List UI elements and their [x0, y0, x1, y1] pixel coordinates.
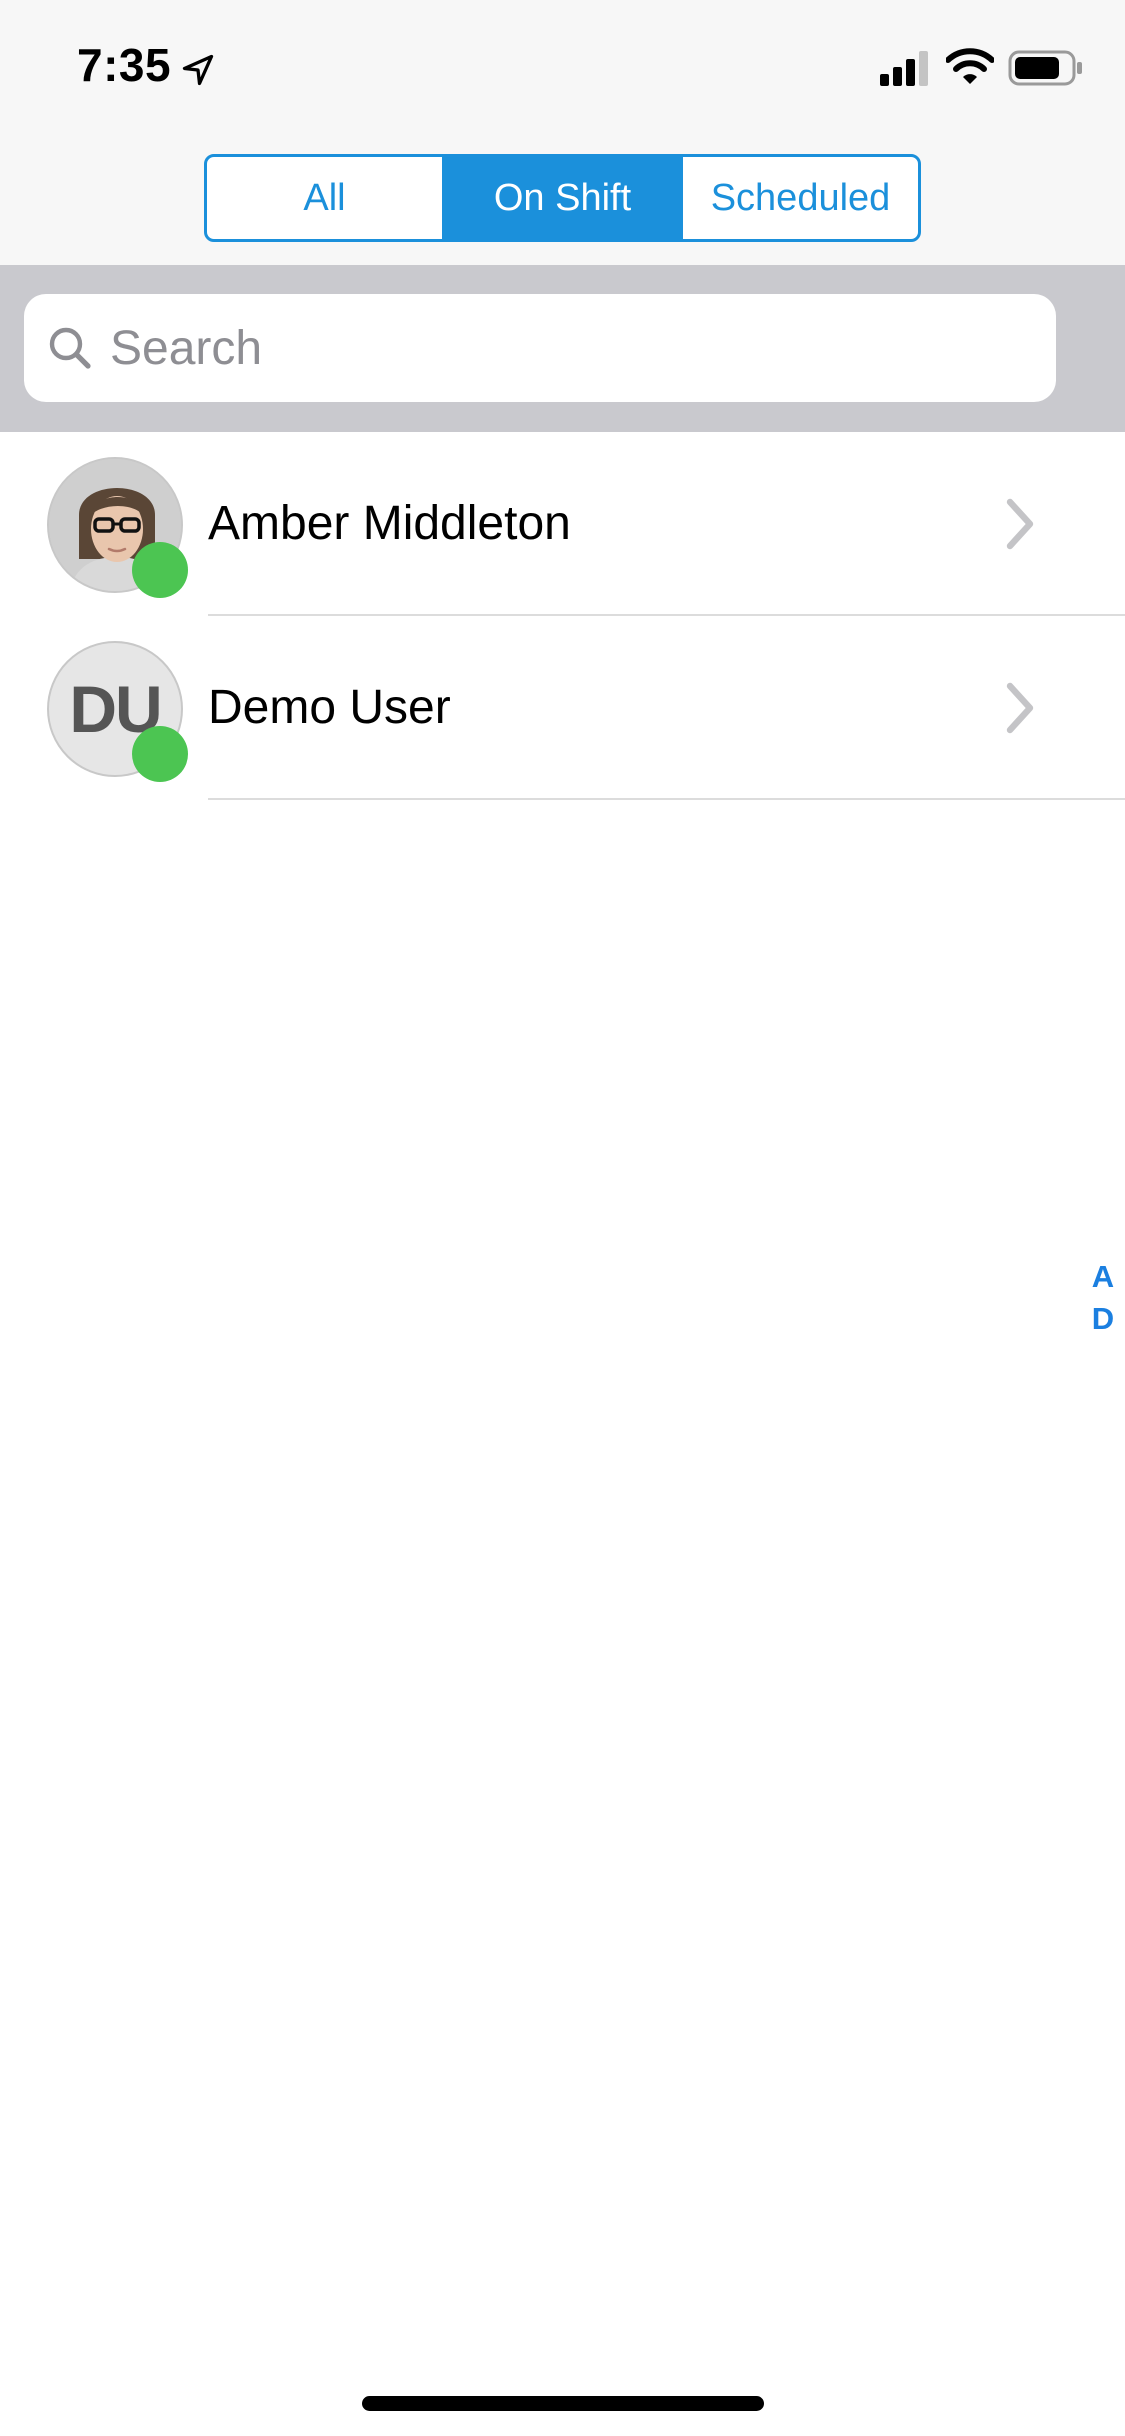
section-index: A D [1088, 1256, 1118, 1340]
contact-row-demo-user[interactable]: DU Demo User [0, 616, 1125, 800]
shift-filter-segmented-control: All On Shift Scheduled [204, 154, 921, 242]
search-bar [0, 265, 1125, 432]
segment-all[interactable]: All [207, 157, 442, 239]
section-index-a[interactable]: A [1092, 1256, 1114, 1298]
online-status-dot [132, 726, 188, 782]
search-box[interactable] [24, 294, 1056, 402]
contact-name: Demo User [208, 681, 451, 734]
online-status-dot [132, 542, 188, 598]
chevron-right-icon [1006, 682, 1034, 734]
home-indicator[interactable] [362, 2396, 764, 2411]
segment-scheduled[interactable]: Scheduled [680, 157, 918, 239]
search-input[interactable] [110, 294, 1030, 402]
status-time: 7:35 [77, 39, 172, 91]
cellular-signal-icon [880, 51, 928, 86]
wifi-icon [946, 48, 994, 84]
contact-list: Amber Middleton DU Demo User [0, 432, 1125, 800]
contacts-screen: 7:35 All On Shift Scheduled Search Amber… [0, 0, 1125, 2436]
contact-row-amber-middleton[interactable]: Amber Middleton [0, 432, 1125, 616]
search-icon [49, 327, 91, 369]
header: 7:35 All On Shift Scheduled [0, 0, 1125, 265]
chevron-right-icon [1006, 498, 1034, 550]
battery-icon [1008, 50, 1082, 86]
row-divider [208, 798, 1125, 800]
section-index-d[interactable]: D [1092, 1298, 1114, 1340]
segment-on-shift[interactable]: On Shift [442, 157, 680, 239]
location-arrow-icon [182, 54, 214, 86]
contact-name: Amber Middleton [208, 497, 571, 550]
